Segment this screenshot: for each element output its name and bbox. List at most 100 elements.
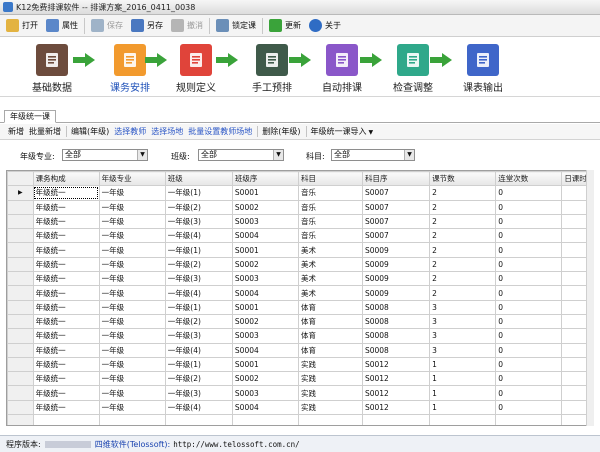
row-header[interactable] xyxy=(7,385,34,401)
toolbar-button-undo[interactable]: 撤消 xyxy=(167,16,207,36)
table-cell[interactable]: 年级统一 xyxy=(32,285,100,301)
column-header[interactable]: 连堂次数 xyxy=(495,171,563,187)
table-cell[interactable]: 0 xyxy=(495,313,563,330)
table-cell[interactable]: S0002 xyxy=(231,371,300,387)
table-cell[interactable]: 0 xyxy=(495,328,563,344)
table-cell[interactable]: 实践 xyxy=(298,356,363,373)
table-cell[interactable]: S0002 xyxy=(231,199,300,215)
row-header[interactable] xyxy=(7,356,34,373)
action-2[interactable]: 批量新增 xyxy=(29,126,61,137)
table-cell[interactable]: 年级统一 xyxy=(32,385,100,401)
table-cell[interactable]: 一年级(1) xyxy=(164,185,233,201)
table-cell[interactable]: 一年级 xyxy=(98,385,166,401)
table-cell[interactable]: 体育 xyxy=(298,313,363,330)
row-header[interactable] xyxy=(7,256,34,273)
table-cell[interactable]: S0004 xyxy=(231,342,300,358)
table-cell[interactable] xyxy=(98,414,166,425)
row-header[interactable] xyxy=(7,342,34,358)
table-cell[interactable]: 一年级 xyxy=(98,213,166,230)
table-cell[interactable]: 一年级 xyxy=(98,271,166,287)
table-cell[interactable]: S0001 xyxy=(231,242,300,258)
table-row[interactable]: 年级统一 一年级 一年级(4) S0004 体育 S0008 3 0 xyxy=(7,342,591,358)
table-cell[interactable]: 一年级(1) xyxy=(164,356,233,373)
action-7[interactable]: 删除(年级) xyxy=(262,126,300,137)
action-5[interactable]: 选择场地 xyxy=(151,126,183,137)
workflow-step-4[interactable]: 手工预排 xyxy=(237,44,307,94)
toolbar-button-lock-calendar[interactable]: 锁定课 xyxy=(212,16,260,36)
table-cell[interactable]: 年级统一 xyxy=(32,399,100,416)
table-cell[interactable]: 一年级(4) xyxy=(164,228,233,244)
table-cell[interactable]: 0 xyxy=(495,256,563,273)
table-cell[interactable]: 0 xyxy=(495,356,563,373)
table-cell[interactable]: 美术 xyxy=(298,256,363,273)
column-header[interactable]: 班级序 xyxy=(231,171,300,187)
table-row[interactable] xyxy=(7,414,591,425)
table-cell[interactable]: 2 xyxy=(429,228,497,244)
table-cell[interactable]: 美术 xyxy=(298,271,363,287)
row-header[interactable] xyxy=(7,199,34,215)
toolbar-button-info[interactable]: 关于 xyxy=(305,16,345,36)
toolbar-button-save-as[interactable]: 另存 xyxy=(127,16,167,36)
table-cell[interactable]: S0007 xyxy=(361,228,431,244)
table-cell[interactable] xyxy=(495,414,563,425)
workflow-step-5[interactable]: 自动排课 xyxy=(307,44,377,94)
table-cell[interactable]: S0008 xyxy=(361,328,431,344)
table-cell[interactable]: 年级统一 xyxy=(32,299,100,315)
table-row[interactable]: ▶ 年级统一 一年级 一年级(1) S0001 音乐 S0007 2 0 xyxy=(7,185,591,201)
tab-grade-unified-course[interactable]: 年级统一课 xyxy=(4,110,56,123)
table-cell[interactable]: S0003 xyxy=(231,271,300,287)
toolbar-button-save[interactable]: 保存 xyxy=(87,16,127,36)
table-cell[interactable]: S0001 xyxy=(231,356,300,373)
table-cell[interactable]: S0003 xyxy=(231,385,300,401)
table-cell[interactable]: 一年级 xyxy=(98,185,166,201)
row-header[interactable] xyxy=(7,242,34,258)
table-row[interactable]: 年级统一 一年级 一年级(2) S0002 实践 S0012 1 0 xyxy=(7,371,591,387)
table-row[interactable]: 年级统一 一年级 一年级(3) S0003 体育 S0008 3 0 xyxy=(7,328,591,344)
toolbar-button-folder-open[interactable]: 打开 xyxy=(2,16,42,36)
table-cell[interactable]: 3 xyxy=(429,328,497,344)
table-cell[interactable]: 年级统一 xyxy=(32,342,100,358)
table-cell[interactable]: 2 xyxy=(429,185,497,201)
table-cell[interactable]: 0 xyxy=(495,199,563,215)
table-cell[interactable]: 3 xyxy=(429,342,497,358)
table-cell[interactable] xyxy=(231,414,300,425)
table-cell[interactable]: 3 xyxy=(429,313,497,330)
table-cell[interactable] xyxy=(429,414,497,425)
action-3[interactable]: 编辑(年级) xyxy=(71,126,109,137)
workflow-step-7[interactable]: 课表输出 xyxy=(448,44,518,94)
column-header[interactable]: 课务构成 xyxy=(32,171,100,187)
table-cell[interactable]: 体育 xyxy=(298,299,363,315)
workflow-step-1[interactable]: 基础数据 xyxy=(17,44,87,94)
table-cell[interactable]: 一年级 xyxy=(98,242,166,258)
table-row[interactable]: 年级统一 一年级 一年级(1) S0001 美术 S0009 2 0 xyxy=(7,242,591,258)
action-4[interactable]: 选择教师 xyxy=(114,126,146,137)
table-row[interactable]: 年级统一 一年级 一年级(4) S0004 美术 S0009 2 0 xyxy=(7,285,591,301)
action-1[interactable]: 新增 xyxy=(8,126,24,137)
table-cell[interactable]: 0 xyxy=(495,399,563,416)
table-cell[interactable]: 年级统一 xyxy=(32,313,100,330)
table-cell[interactable]: 一年级 xyxy=(98,313,166,330)
table-cell[interactable]: S0002 xyxy=(231,313,300,330)
table-cell[interactable]: 年级统一 xyxy=(32,242,100,258)
table-cell[interactable]: 音乐 xyxy=(298,213,363,230)
table-cell[interactable]: S0008 xyxy=(361,313,431,330)
action-6[interactable]: 批量设置教师场地 xyxy=(188,126,252,137)
table-cell[interactable]: 0 xyxy=(495,285,563,301)
table-cell[interactable]: 一年级(2) xyxy=(164,313,233,330)
table-cell[interactable]: S0001 xyxy=(231,299,300,315)
table-cell[interactable]: 美术 xyxy=(298,242,363,258)
grade-filter-select[interactable]: 全部 ▼ xyxy=(62,149,148,161)
table-cell[interactable]: 一年级(1) xyxy=(164,299,233,315)
table-row[interactable]: 年级统一 一年级 一年级(2) S0002 音乐 S0007 2 0 xyxy=(7,199,591,215)
row-header[interactable] xyxy=(7,399,34,416)
table-cell[interactable]: S0012 xyxy=(361,399,431,416)
row-header[interactable] xyxy=(7,299,34,315)
row-header[interactable] xyxy=(7,371,34,387)
table-cell[interactable]: 实践 xyxy=(298,371,363,387)
table-cell[interactable]: 一年级 xyxy=(98,199,166,215)
table-cell[interactable]: 体育 xyxy=(298,328,363,344)
table-row[interactable]: 年级统一 一年级 一年级(4) S0004 实践 S0012 1 0 xyxy=(7,399,591,416)
table-cell[interactable]: 年级统一 xyxy=(32,271,100,287)
table-cell[interactable]: 音乐 xyxy=(298,199,363,215)
toolbar-button-update-arrow[interactable]: 更新 xyxy=(265,16,305,36)
